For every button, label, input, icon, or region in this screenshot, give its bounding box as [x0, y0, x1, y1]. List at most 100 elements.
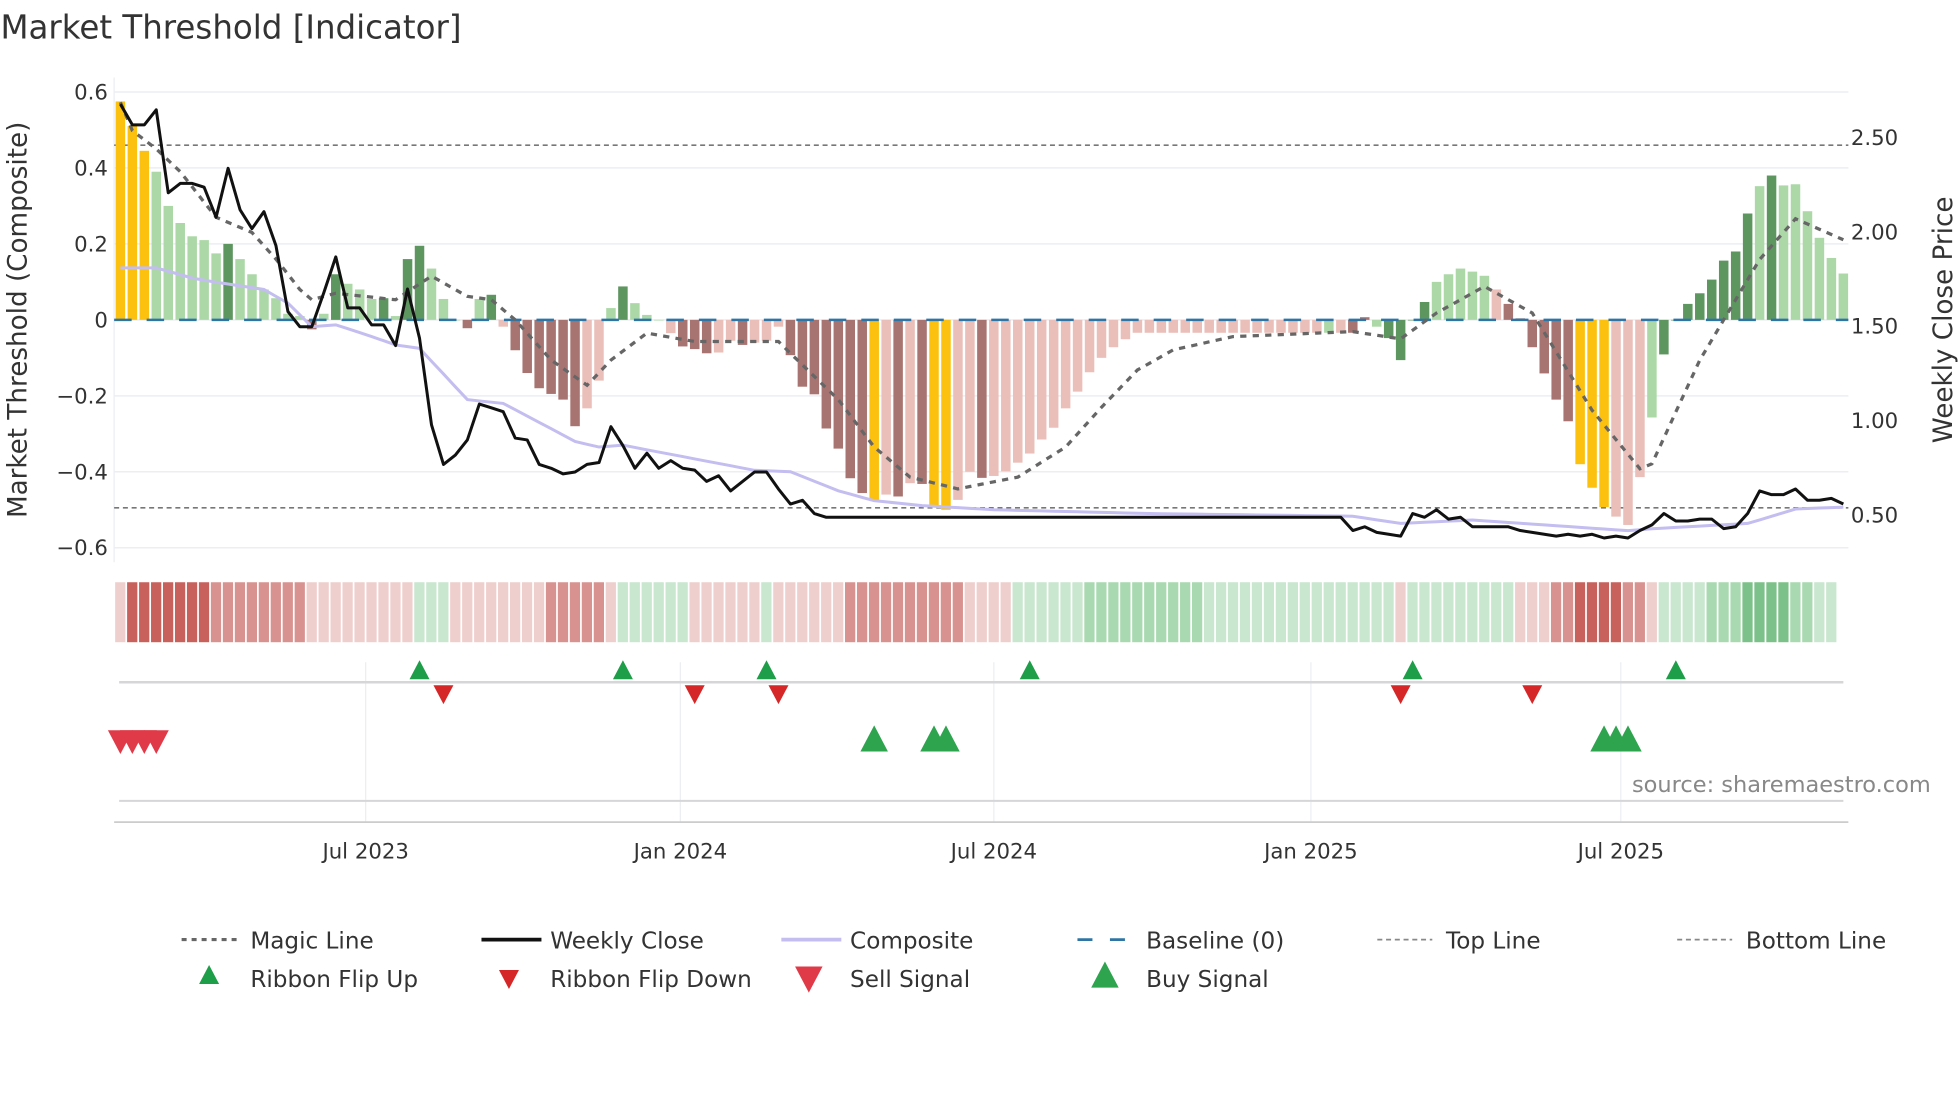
ribbon-cell	[1766, 582, 1777, 643]
composite-bar	[1240, 319, 1250, 333]
ribbon-cell	[1491, 582, 1502, 643]
composite-bar	[1264, 319, 1274, 333]
ribbon-cell	[928, 582, 940, 643]
ribbon-cell	[904, 582, 916, 643]
ribbon-flip-down-marker	[1390, 685, 1411, 705]
composite-bar	[1096, 319, 1107, 358]
composite-bar	[845, 319, 856, 479]
legend-item: Magic Line	[181, 928, 374, 954]
ribbon-cell	[1108, 582, 1119, 643]
legend: Magic Line Weekly Close Composite Baseline …	[181, 928, 1886, 993]
ribbon-cell	[282, 582, 293, 643]
composite-bar	[1623, 319, 1633, 525]
ribbon-cell	[1682, 582, 1693, 643]
ribbon-cell	[342, 582, 353, 643]
ribbon-cell	[366, 582, 377, 643]
ribbon-cell	[677, 582, 688, 643]
composite-bar	[1838, 273, 1849, 320]
ribbon-cell	[1335, 582, 1346, 643]
composite-bar	[510, 319, 520, 351]
ribbon-cell	[1826, 582, 1837, 643]
ribbon-cell	[1144, 582, 1155, 643]
legend-label: Top Line	[1445, 928, 1541, 954]
composite-bar	[1276, 319, 1286, 333]
ribbon-cell	[1467, 582, 1478, 643]
source-credit: source: sharemaestro.com	[1632, 772, 1931, 798]
legend-item: Top Line	[1377, 928, 1541, 954]
x-axis-ticks: Jul 2023 Jan 2024 Jul 2024 Jan 2025 Jul 2025	[320, 839, 1664, 864]
ribbon-cell	[976, 582, 987, 643]
ribbon-flip-down-legend-icon	[498, 970, 519, 990]
composite-bar	[1060, 319, 1071, 409]
ribbon-cell	[198, 582, 210, 643]
ribbon-cell	[1742, 582, 1753, 643]
ribbon-cell	[1527, 582, 1538, 643]
legend-item: Baseline (0)	[1077, 928, 1284, 954]
ribbon-cell	[868, 582, 880, 643]
ribbon-cell	[1383, 582, 1394, 643]
composite-bar	[666, 319, 676, 334]
ribbon-cell	[1550, 582, 1562, 643]
composite-bar	[1683, 303, 1693, 320]
legend-item: Ribbon Flip Down	[498, 967, 752, 993]
composite-bar	[1647, 319, 1657, 418]
composite-bar	[1144, 319, 1155, 333]
legend-label: Sell Signal	[850, 967, 970, 993]
composite-bar	[331, 274, 341, 320]
composite-bar	[869, 319, 879, 502]
ribbon-cell	[1395, 582, 1406, 643]
ribbon-cell	[378, 582, 389, 643]
ribbon-cell	[617, 582, 628, 643]
composite-bar	[1013, 319, 1023, 463]
ribbon-cell	[533, 582, 545, 643]
x-tick-label: Jan 2025	[1262, 839, 1358, 864]
composite-bar	[1706, 279, 1717, 320]
composite-bar	[271, 298, 281, 320]
ribbon-cell	[1431, 582, 1442, 643]
ribbon-cell	[426, 582, 437, 643]
composite-bar	[797, 319, 808, 387]
ribbon-cell	[210, 582, 222, 643]
composite-bar	[1395, 319, 1406, 361]
ribbon-cell	[1562, 582, 1574, 643]
composite-bar	[1730, 251, 1741, 320]
composite-bar	[378, 298, 389, 320]
composite-bar	[1168, 319, 1179, 333]
composite-bar	[175, 222, 185, 320]
ribbon-cell	[414, 582, 425, 643]
legend-label: Baseline (0)	[1146, 928, 1284, 954]
ribbon-cell	[1191, 582, 1203, 643]
ribbon-cell	[833, 582, 844, 643]
ribbon-cell	[1754, 582, 1765, 643]
ribbon-cell	[1622, 582, 1633, 643]
ribbon-cell	[1455, 582, 1466, 643]
ribbon-cell	[1000, 582, 1011, 643]
ribbon-cell	[593, 582, 604, 643]
composite-bar	[1718, 260, 1729, 320]
composite-bar	[163, 205, 173, 320]
composite-bar	[1204, 319, 1214, 333]
ribbon-cell	[653, 582, 664, 643]
composite-bar	[1036, 319, 1047, 440]
ribbon-cell	[1479, 582, 1490, 643]
ribbon-cell	[1287, 582, 1298, 643]
ribbon-flip-up-marker	[756, 660, 777, 680]
composite-bar	[1575, 319, 1585, 465]
ribbon-cell	[880, 582, 892, 643]
ribbon-cell	[270, 582, 281, 643]
legend-label: Weekly Close	[550, 928, 704, 954]
y2-tick-label: 2.50	[1851, 126, 1898, 151]
chart-title: Market Threshold [Indicator]	[0, 9, 461, 47]
x-tick-label: Jul 2023	[320, 839, 408, 864]
ribbon-cell	[1814, 582, 1825, 643]
ribbon-cell	[988, 582, 999, 643]
composite-bar	[474, 298, 485, 320]
ribbon-cell	[1371, 582, 1382, 643]
composite-bar	[247, 274, 257, 320]
ribbon-cell	[1610, 582, 1622, 643]
ribbon-cell	[581, 582, 593, 643]
composite-bar	[235, 259, 245, 320]
ribbon-cell	[390, 582, 401, 643]
ribbon-cell	[952, 582, 963, 643]
composite-bar	[1826, 257, 1837, 320]
